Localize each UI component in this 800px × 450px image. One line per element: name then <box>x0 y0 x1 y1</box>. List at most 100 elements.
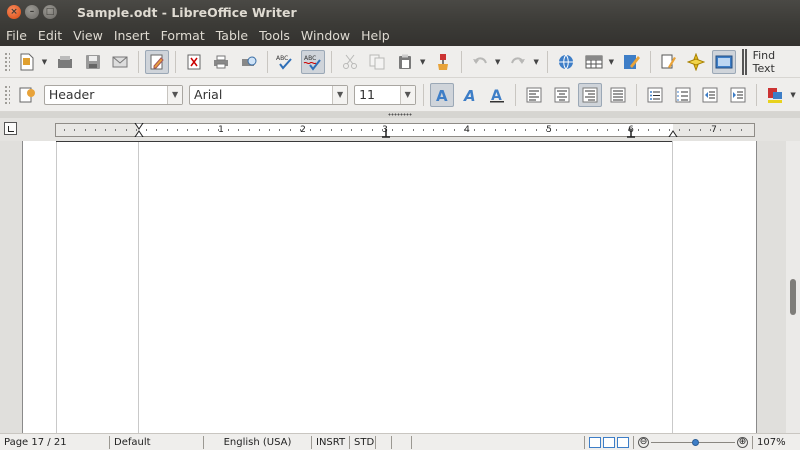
zoom-slider-knob[interactable] <box>692 438 699 446</box>
undo-dropdown[interactable]: ▼ <box>494 58 502 66</box>
close-window-button[interactable]: × <box>7 5 21 19</box>
autospellcheck-button[interactable]: ABC <box>301 49 325 74</box>
spellcheck-button[interactable]: ABC <box>274 50 298 74</box>
navigator-button[interactable] <box>684 50 708 74</box>
export-pdf-button[interactable] <box>182 50 206 74</box>
ruler-tick <box>464 129 465 131</box>
book-view-button[interactable] <box>617 436 629 448</box>
new-document-dropdown[interactable]: ▼ <box>41 58 49 66</box>
chevron-down-icon[interactable]: ▼ <box>332 85 348 104</box>
maximize-window-button[interactable]: □ <box>43 5 57 19</box>
document-area[interactable] <box>0 141 786 433</box>
language[interactable]: English (USA) <box>204 435 312 449</box>
show-draw-functions-button[interactable] <box>620 50 644 74</box>
undo-button[interactable] <box>468 50 492 74</box>
gallery-button[interactable] <box>712 49 736 74</box>
tab-stop-type-button[interactable] <box>4 122 17 135</box>
copy-button[interactable] <box>365 50 389 74</box>
open-button[interactable] <box>53 50 77 74</box>
page-count[interactable]: Page 17 / 21 <box>0 435 110 449</box>
menu-window[interactable]: Window <box>295 28 355 43</box>
paste-button[interactable] <box>393 50 417 74</box>
paragraph-style-combo[interactable]: Header ▼ <box>43 84 184 105</box>
zoom-percentage[interactable]: 107% <box>753 436 790 449</box>
bold-button[interactable]: A <box>429 82 454 107</box>
insert-mode[interactable]: INSRT <box>312 435 350 449</box>
chevron-down-icon[interactable]: ▼ <box>167 85 183 104</box>
styles-icon <box>19 87 35 102</box>
align-left-button[interactable] <box>522 83 546 107</box>
minimize-window-button[interactable]: – <box>25 5 39 19</box>
paste-dropdown[interactable]: ▼ <box>419 58 427 66</box>
chevron-down-icon[interactable]: ▼ <box>399 85 415 104</box>
new-document-button[interactable] <box>15 50 39 74</box>
ruler-tick <box>679 129 680 131</box>
save-button[interactable] <box>81 50 105 74</box>
print-button[interactable] <box>209 50 233 74</box>
ruler-tick <box>402 129 403 131</box>
document-page[interactable] <box>22 141 757 433</box>
find-replace-button[interactable] <box>657 50 681 74</box>
styles-button[interactable] <box>15 83 39 107</box>
toolbar-dock-grip[interactable] <box>0 112 800 118</box>
ruler-tick <box>351 129 352 131</box>
cut-button[interactable] <box>338 50 362 74</box>
ruler-tick <box>443 129 444 131</box>
horizontal-ruler[interactable]: 1 2 3 4 5 6 7 <box>55 123 755 138</box>
menu-view[interactable]: View <box>67 28 108 43</box>
redo-button[interactable] <box>507 50 531 74</box>
toolbar-overflow-grip[interactable] <box>741 48 747 75</box>
menu-edit[interactable]: Edit <box>32 28 67 43</box>
menu-tools[interactable]: Tools <box>253 28 295 43</box>
find-text-label[interactable]: Find Text <box>753 49 800 75</box>
increase-indent-button[interactable] <box>726 83 750 107</box>
minimize-icon: – <box>29 6 35 17</box>
scrollbar-thumb[interactable] <box>790 279 796 315</box>
menu-file[interactable]: File <box>0 28 32 43</box>
toolbar-grip[interactable] <box>4 84 10 105</box>
multi-page-view-button[interactable] <box>603 436 615 448</box>
selection-mode[interactable]: STD <box>350 435 376 449</box>
vertical-scrollbar[interactable] <box>786 141 800 433</box>
hyperlink-button[interactable] <box>554 50 578 74</box>
highlight-color-dropdown[interactable]: ▼ <box>789 91 797 99</box>
maximize-icon: □ <box>45 6 55 17</box>
ruler-tick <box>648 129 649 131</box>
table-button[interactable] <box>582 50 606 74</box>
zoom-out-icon[interactable]: ⊖ <box>638 436 649 448</box>
align-center-button[interactable] <box>550 83 574 107</box>
menu-table[interactable]: Table <box>210 28 253 43</box>
redo-dropdown[interactable]: ▼ <box>532 58 540 66</box>
toolbar-grip[interactable] <box>4 51 10 72</box>
ruler-tick <box>64 129 65 131</box>
document-modified-indicator[interactable] <box>376 435 392 449</box>
page-style[interactable]: Default <box>110 435 204 449</box>
highlight-color-button[interactable] <box>763 83 787 107</box>
menu-help[interactable]: Help <box>355 28 395 43</box>
zoom-in-icon[interactable]: ⊕ <box>737 436 748 448</box>
menu-format[interactable]: Format <box>155 28 210 43</box>
ruler-tick <box>167 129 168 131</box>
clone-formatting-button[interactable] <box>432 50 456 74</box>
font-size-value: 11 <box>359 87 375 102</box>
decrease-indent-button[interactable] <box>699 83 723 107</box>
digital-signature-indicator[interactable] <box>392 435 412 449</box>
menu-insert[interactable]: Insert <box>108 28 155 43</box>
table-dropdown[interactable]: ▼ <box>607 58 615 66</box>
svg-text:ABC: ABC <box>304 55 316 62</box>
justify-button[interactable] <box>606 83 630 107</box>
ruler-tick <box>361 129 362 131</box>
edit-file-button[interactable] <box>145 49 169 74</box>
bullets-button[interactable] <box>643 83 667 107</box>
font-size-combo[interactable]: 11 ▼ <box>354 84 416 105</box>
align-right-button[interactable] <box>578 82 602 107</box>
italic-button[interactable]: A <box>458 83 482 107</box>
email-button[interactable] <box>109 50 133 74</box>
single-page-view-button[interactable] <box>589 436 601 448</box>
numbering-button[interactable] <box>671 83 695 107</box>
underline-button[interactable]: A <box>485 83 509 107</box>
print-preview-button[interactable] <box>237 50 261 74</box>
zoom-slider[interactable] <box>651 436 735 449</box>
font-name-combo[interactable]: Arial ▼ <box>189 84 349 105</box>
ruler-tick <box>618 129 619 131</box>
